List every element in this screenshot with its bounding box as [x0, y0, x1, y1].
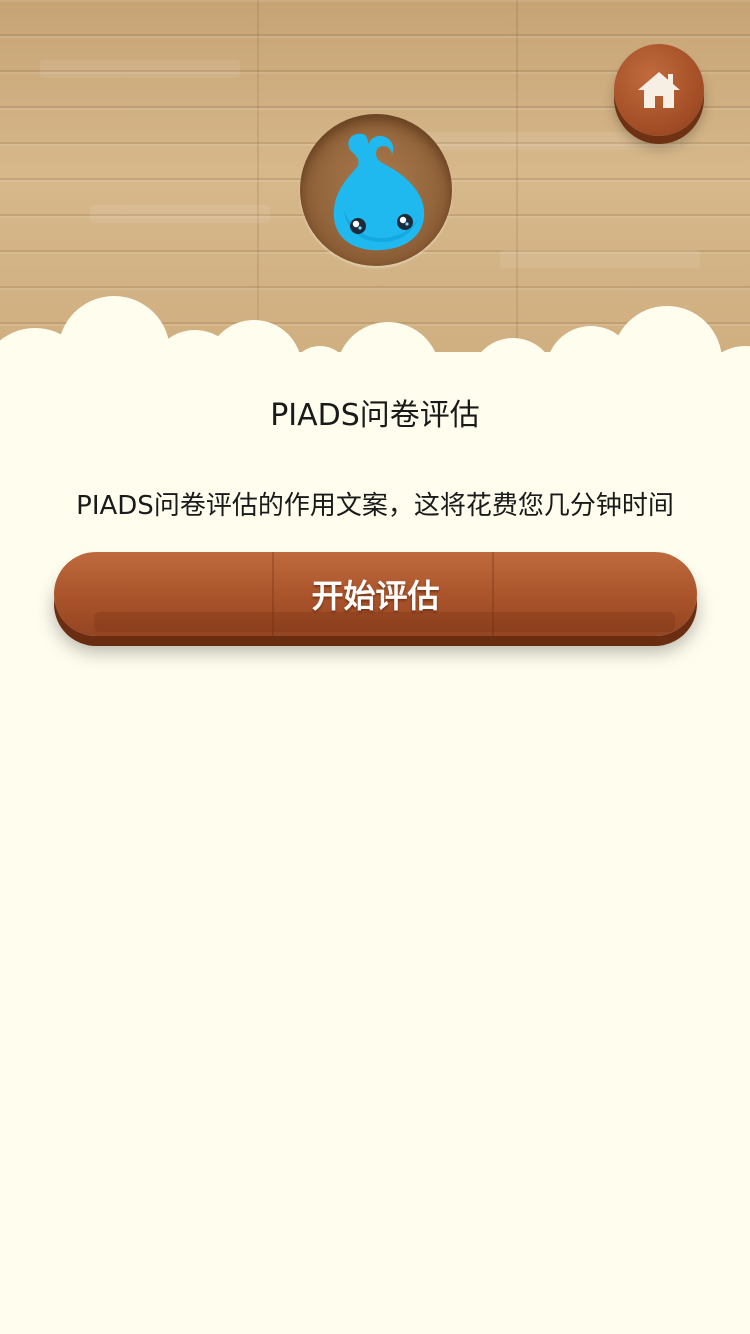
start-assessment-label: 开始评估: [311, 578, 440, 614]
avatar: [300, 114, 452, 266]
water-drop-mascot-icon: [333, 133, 425, 251]
start-assessment-button[interactable]: 开始评估: [54, 552, 697, 636]
home-icon: [638, 72, 680, 108]
wood-grain: [90, 205, 270, 223]
cloud-divider: [0, 290, 750, 438]
wood-grain: [420, 132, 680, 150]
home-button[interactable]: [614, 44, 704, 136]
app-screen: PIADS问卷评估 PIADS问卷评估的作用文案，这将花费您几分钟时间 开始评估: [0, 0, 750, 1334]
page-title: PIADS问卷评估: [270, 398, 480, 433]
wood-grain: [40, 60, 240, 78]
description-text: PIADS问卷评估的作用文案，这将花费您几分钟时间: [76, 491, 674, 521]
wood-grain: [500, 250, 700, 268]
